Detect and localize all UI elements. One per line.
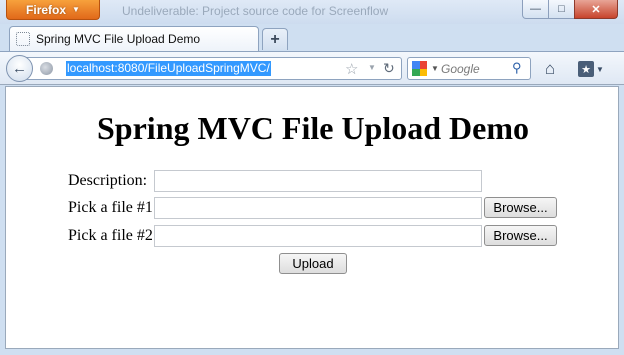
home-icon[interactable]: ⌂	[538, 58, 562, 80]
google-logo-icon[interactable]	[412, 61, 427, 76]
window-title: Undeliverable: Project source code for S…	[122, 4, 389, 18]
minimize-button[interactable]: —	[522, 0, 549, 19]
star-icon: ★	[578, 61, 594, 77]
chevron-down-icon: ▼	[72, 5, 80, 14]
chevron-down-icon[interactable]: ▼	[368, 63, 376, 72]
description-field[interactable]	[154, 170, 482, 192]
search-bar[interactable]: ▼ ⚲	[407, 57, 531, 80]
file1-label: Pick a file #1:	[68, 199, 158, 216]
tab-strip: Spring MVC File Upload Demo +	[0, 24, 624, 51]
url-bar[interactable]: localhost:8080/FileUploadSpringMVC/ ☆ ▼ …	[24, 57, 402, 80]
firefox-menu-button[interactable]: Firefox ▼	[6, 0, 100, 20]
tab-title: Spring MVC File Upload Demo	[36, 32, 201, 46]
firefox-menu-label: Firefox	[26, 2, 67, 17]
file2-path-field[interactable]	[154, 225, 482, 247]
navigation-toolbar: localhost:8080/FileUploadSpringMVC/ ☆ ▼ …	[0, 51, 624, 85]
tab-spring-mvc-upload[interactable]: Spring MVC File Upload Demo	[9, 26, 259, 51]
file1-path-field[interactable]	[154, 197, 482, 219]
page-title: Spring MVC File Upload Demo	[97, 110, 529, 146]
maximize-button[interactable]: □	[548, 0, 575, 19]
file2-label: Pick a file #2:	[68, 227, 158, 244]
magnifier-icon[interactable]: ⚲	[512, 60, 522, 76]
bookmarks-icon[interactable]: ★ ▼	[578, 59, 608, 79]
browse-file2-button[interactable]: Browse...	[484, 225, 557, 246]
new-tab-button[interactable]: +	[262, 28, 288, 50]
browse-file1-button[interactable]: Browse...	[484, 197, 557, 218]
back-button[interactable]: ←	[6, 55, 33, 82]
window-title-bar: Firefox ▼ Undeliverable: Project source …	[0, 0, 624, 24]
close-button[interactable]: ✕	[574, 0, 618, 19]
globe-icon	[40, 62, 53, 75]
reload-icon[interactable]: ↻	[383, 60, 395, 77]
blank-page-icon	[16, 32, 30, 46]
url-text[interactable]: localhost:8080/FileUploadSpringMVC/	[66, 61, 271, 76]
chevron-down-icon[interactable]: ▼	[431, 64, 439, 73]
page-content: Spring MVC File Upload Demo Description:…	[5, 86, 619, 349]
chevron-down-icon: ▼	[596, 64, 604, 74]
description-label: Description:	[68, 172, 148, 189]
window-controls: — □ ✕	[522, 0, 618, 19]
back-arrow-icon: ←	[12, 60, 27, 77]
upload-button[interactable]: Upload	[279, 253, 347, 274]
star-icon[interactable]: ☆	[345, 60, 358, 78]
search-input[interactable]	[441, 61, 507, 77]
